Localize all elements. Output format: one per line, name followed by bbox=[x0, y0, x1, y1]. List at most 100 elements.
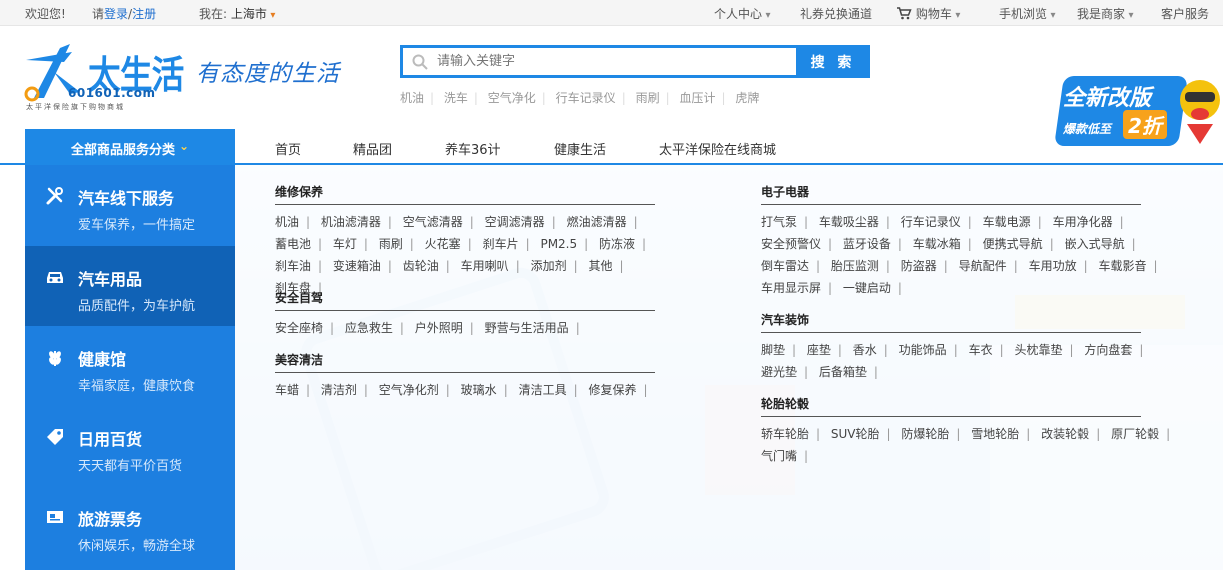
category-link[interactable]: 刹车油 bbox=[275, 259, 311, 273]
category-link[interactable]: 倒车雷达 bbox=[761, 259, 809, 273]
category-link[interactable]: 添加剂 bbox=[531, 259, 567, 273]
category-group-title[interactable]: 安全自驾 bbox=[275, 289, 655, 311]
category-link[interactable]: 蓄电池 bbox=[275, 237, 311, 251]
register-link[interactable]: 注册 bbox=[132, 7, 156, 21]
location-selector[interactable]: 我在: 上海市 ▾ bbox=[199, 5, 275, 22]
sidebar-item-health[interactable]: 健康馆 幸福家庭，健康饮食 bbox=[25, 326, 235, 406]
category-link[interactable]: 车用净化器 bbox=[1053, 215, 1113, 229]
merchant-menu[interactable]: 我是商家 ▾ bbox=[1077, 5, 1134, 22]
sidebar-item-daily-goods[interactable]: 日用百货 天天都有平价百货 bbox=[25, 406, 235, 486]
category-link[interactable]: 方向盘套 bbox=[1084, 343, 1132, 357]
category-link[interactable]: PM2.5 bbox=[540, 237, 577, 251]
category-link[interactable]: 打气泵 bbox=[761, 215, 797, 229]
category-link[interactable]: 车载电源 bbox=[983, 215, 1031, 229]
category-link[interactable]: 蓝牙设备 bbox=[843, 237, 891, 251]
hotword-link[interactable]: 雨刷 bbox=[636, 91, 660, 105]
category-link[interactable]: 空调滤清器 bbox=[485, 215, 545, 229]
nav-link-home[interactable]: 首页 bbox=[275, 139, 301, 158]
category-link[interactable]: 功能饰品 bbox=[899, 343, 947, 357]
category-group-title[interactable]: 美容清洁 bbox=[275, 351, 655, 373]
category-link[interactable]: 玻璃水 bbox=[461, 383, 497, 397]
category-link[interactable]: 其他 bbox=[588, 259, 612, 273]
category-link[interactable]: 齿轮油 bbox=[403, 259, 439, 273]
category-link[interactable]: 车用显示屏 bbox=[761, 281, 821, 295]
category-link[interactable]: 雨刷 bbox=[379, 237, 403, 251]
category-link[interactable]: 车用喇叭 bbox=[461, 259, 509, 273]
coupon-exchange-link[interactable]: 礼券兑换通道 bbox=[800, 5, 872, 22]
category-link[interactable]: 空气净化剂 bbox=[379, 383, 439, 397]
category-link[interactable]: SUV轮胎 bbox=[831, 427, 880, 441]
category-link[interactable]: 机油滤清器 bbox=[321, 215, 381, 229]
personal-center-menu[interactable]: 个人中心 ▾ bbox=[714, 5, 771, 22]
category-link[interactable]: 燃油滤清器 bbox=[567, 215, 627, 229]
category-link[interactable]: 修复保养 bbox=[588, 383, 636, 397]
hotword-link[interactable]: 行车记录仪 bbox=[556, 91, 616, 105]
category-link[interactable]: 雪地轮胎 bbox=[971, 427, 1019, 441]
sidebar-item-travel-tickets[interactable]: 旅游票务 休闲娱乐，畅游全球 bbox=[25, 486, 235, 566]
nav-link-car-care[interactable]: 养车36计 bbox=[445, 139, 501, 158]
category-link[interactable]: 户外照明 bbox=[415, 321, 463, 335]
sidebar-item-offline-car-service[interactable]: 汽车线下服务 爱车保养，一件搞定 bbox=[25, 165, 235, 245]
hotword-link[interactable]: 空气净化 bbox=[488, 91, 536, 105]
mobile-menu[interactable]: 手机浏览 ▾ bbox=[999, 5, 1056, 22]
category-link[interactable]: 车衣 bbox=[969, 343, 993, 357]
category-link[interactable]: 香水 bbox=[853, 343, 877, 357]
site-logo[interactable]: 太生活 601601.com 太平洋保险旗下购物商城 bbox=[24, 42, 184, 114]
category-link[interactable]: 变速箱油 bbox=[333, 259, 381, 273]
category-link[interactable]: 安全预警仪 bbox=[761, 237, 821, 251]
category-link[interactable]: 后备箱垫 bbox=[819, 365, 867, 379]
category-link[interactable]: 防爆轮胎 bbox=[901, 427, 949, 441]
category-link[interactable]: 野营与生活用品 bbox=[485, 321, 569, 335]
category-link[interactable]: 车载吸尘器 bbox=[819, 215, 879, 229]
search-button[interactable]: 搜 索 bbox=[796, 45, 870, 78]
category-link[interactable]: 一键启动 bbox=[843, 281, 891, 295]
category-link[interactable]: 气门嘴 bbox=[761, 449, 797, 463]
category-link[interactable]: 轿车轮胎 bbox=[761, 427, 809, 441]
category-link[interactable]: 刹车片 bbox=[483, 237, 519, 251]
all-categories-button[interactable]: 全部商品服务分类 ⌄ bbox=[25, 129, 235, 165]
nav-link-group-buy[interactable]: 精品团 bbox=[353, 139, 392, 158]
category-link[interactable]: 座垫 bbox=[807, 343, 831, 357]
category-link[interactable]: 清洁工具 bbox=[519, 383, 567, 397]
category-link[interactable]: 嵌入式导航 bbox=[1065, 237, 1125, 251]
hotword-link[interactable]: 机油 bbox=[400, 91, 424, 105]
category-link[interactable]: 火花塞 bbox=[425, 237, 461, 251]
category-group-title[interactable]: 维修保养 bbox=[275, 183, 655, 205]
category-link[interactable]: 脚垫 bbox=[761, 343, 785, 357]
category-link[interactable]: 改装轮毂 bbox=[1041, 427, 1089, 441]
category-link[interactable]: 原厂轮毂 bbox=[1111, 427, 1159, 441]
category-link[interactable]: 车蜡 bbox=[275, 383, 299, 397]
category-link[interactable]: 便携式导航 bbox=[983, 237, 1043, 251]
category-link[interactable]: 应急救生 bbox=[345, 321, 393, 335]
category-link[interactable]: 空气滤清器 bbox=[403, 215, 463, 229]
hotword-link[interactable]: 洗车 bbox=[444, 91, 468, 105]
ticket-icon bbox=[47, 511, 63, 523]
nav-link-insurance-mall[interactable]: 太平洋保险在线商城 bbox=[659, 139, 776, 158]
sidebar-item-car-supplies[interactable]: 汽车用品 品质配件，为车护航 bbox=[25, 246, 235, 326]
category-link[interactable]: 车载影音 bbox=[1098, 259, 1146, 273]
category-link[interactable]: 清洁剂 bbox=[321, 383, 357, 397]
category-link[interactable]: 导航配件 bbox=[959, 259, 1007, 273]
category-link[interactable]: 机油 bbox=[275, 215, 299, 229]
category-link[interactable]: 防冻液 bbox=[599, 237, 635, 251]
category-link[interactable]: 车用功放 bbox=[1029, 259, 1077, 273]
cart-menu[interactable]: 购物车 ▾ bbox=[896, 5, 960, 22]
category-link[interactable]: 头枕靠垫 bbox=[1014, 343, 1062, 357]
category-group-title[interactable]: 汽车装饰 bbox=[761, 311, 1141, 333]
separator: | bbox=[541, 91, 546, 105]
category-link[interactable]: 行车记录仪 bbox=[901, 215, 961, 229]
category-group-title[interactable]: 电子电器 bbox=[761, 183, 1141, 205]
login-link[interactable]: 登录 bbox=[104, 7, 128, 21]
customer-service-link[interactable]: 客户服务 bbox=[1161, 5, 1209, 22]
category-link[interactable]: 胎压监测 bbox=[831, 259, 879, 273]
nav-link-health[interactable]: 健康生活 bbox=[554, 139, 606, 158]
category-link[interactable]: 车载冰箱 bbox=[913, 237, 961, 251]
category-link[interactable]: 防盗器 bbox=[901, 259, 937, 273]
category-group-title[interactable]: 轮胎轮毂 bbox=[761, 395, 1141, 417]
category-link[interactable]: 避光垫 bbox=[761, 365, 797, 379]
search-input[interactable] bbox=[437, 50, 787, 73]
category-link[interactable]: 安全座椅 bbox=[275, 321, 323, 335]
hotword-link[interactable]: 虎牌 bbox=[735, 91, 759, 105]
category-link[interactable]: 车灯 bbox=[333, 237, 357, 251]
hotword-link[interactable]: 血压计 bbox=[679, 91, 715, 105]
